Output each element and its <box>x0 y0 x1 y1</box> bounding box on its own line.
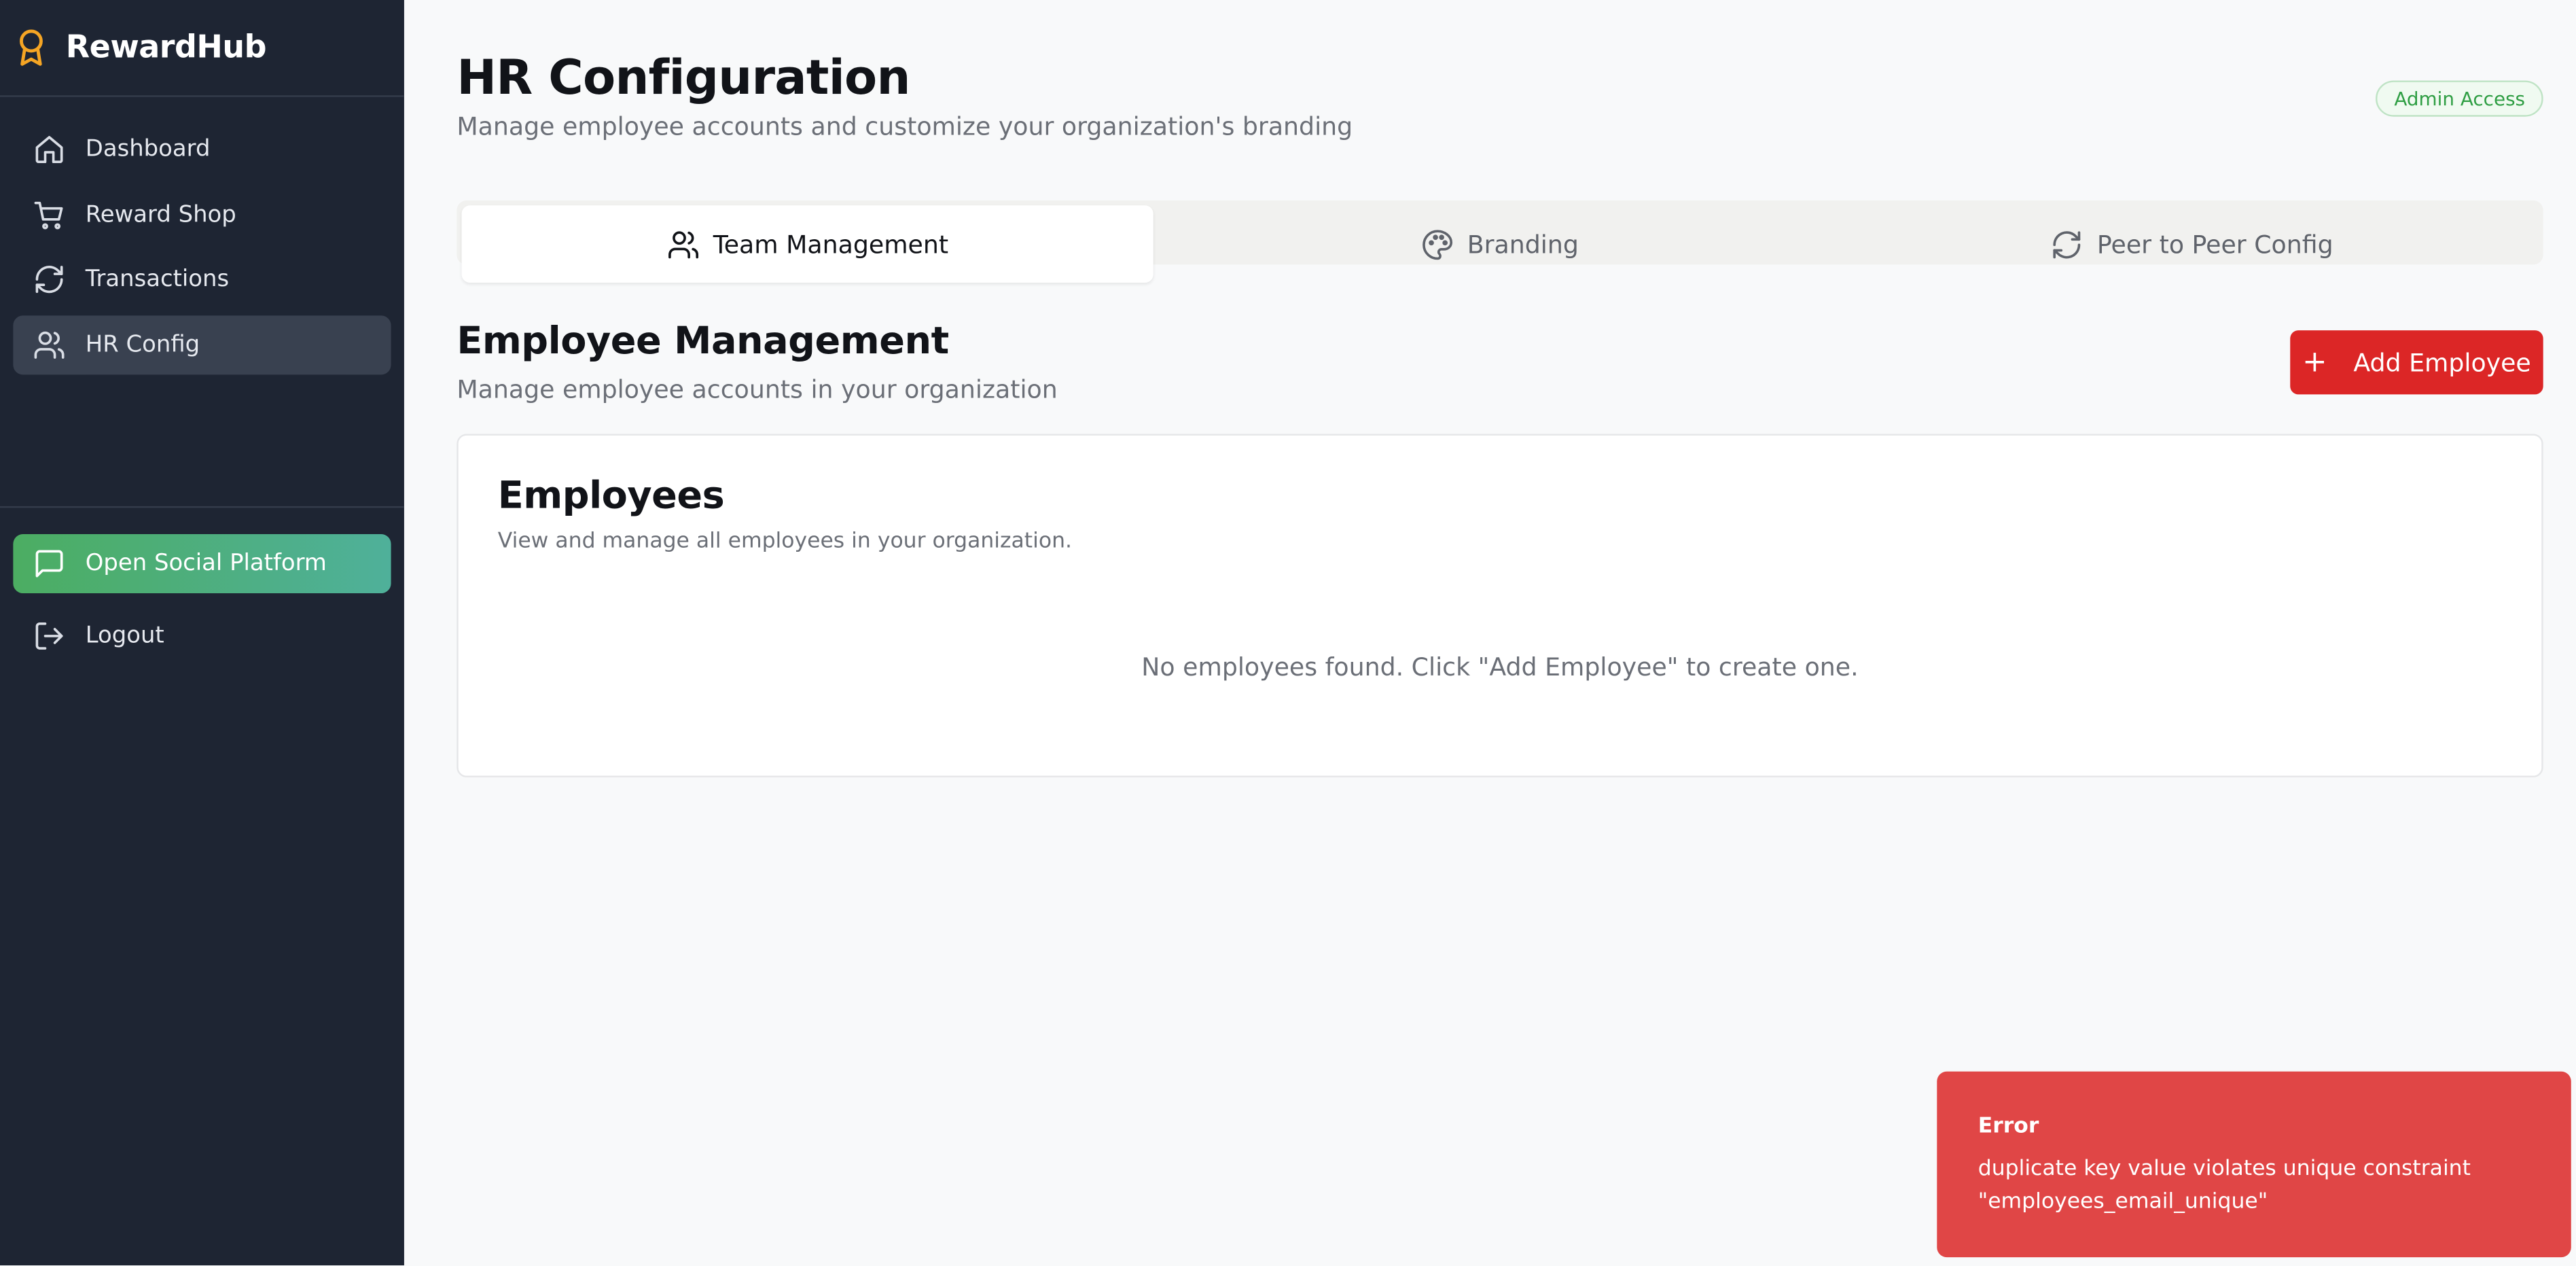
cart-icon <box>33 198 65 231</box>
card-subtitle: View and manage all employees in your or… <box>497 529 1073 555</box>
palette-icon <box>1421 228 1454 260</box>
sidebar-item-label: Transactions <box>85 266 230 294</box>
open-social-platform-button[interactable]: Open Social Platform <box>13 533 391 594</box>
logout-icon <box>33 620 65 652</box>
tab-label: Branding <box>1467 229 1579 259</box>
message-square-icon <box>33 547 65 580</box>
tab-peer-to-peer-config[interactable]: Peer to Peer Config <box>1846 205 2538 283</box>
sidebar-item-dashboard[interactable]: Dashboard <box>13 120 391 179</box>
tab-team-management[interactable]: Team Management <box>461 205 1154 283</box>
award-icon <box>16 27 49 69</box>
toast-title: Error <box>1978 1114 2039 1139</box>
home-icon <box>33 133 65 166</box>
logout-button[interactable]: Logout <box>13 606 391 665</box>
add-employee-button[interactable]: + Add Employee <box>2290 330 2543 395</box>
tab-branding[interactable]: Branding <box>1154 205 1846 283</box>
plus-icon: + <box>2302 344 2327 379</box>
sidebar: RewardHub Dashboard Reward Shop Transact… <box>0 0 404 1266</box>
add-employee-label: Add Employee <box>2353 347 2531 378</box>
tab-label: Peer to Peer Config <box>2096 229 2333 259</box>
sidebar-item-label: HR Config <box>85 332 200 359</box>
users-icon <box>667 228 700 260</box>
sidebar-item-label: Dashboard <box>85 136 211 163</box>
page-title: HR Configuration <box>457 49 910 105</box>
toast-message: duplicate key value violates unique cons… <box>1978 1157 2471 1215</box>
config-tabs: Team Management Branding Peer to Peer Co… <box>457 200 2543 283</box>
sidebar-item-hr-config[interactable]: HR Config <box>13 315 391 375</box>
brand-name: RewardHub <box>65 29 267 66</box>
sidebar-item-reward-shop[interactable]: Reward Shop <box>13 186 391 245</box>
refresh-icon <box>2051 228 2083 260</box>
section-subtitle: Manage employee accounts in your organiz… <box>457 374 1058 404</box>
sidebar-nav: Dashboard Reward Shop Transactions HR Co… <box>0 97 404 508</box>
sidebar-item-label: Reward Shop <box>85 201 236 228</box>
error-toast[interactable]: Error duplicate key value violates uniqu… <box>1937 1071 2571 1258</box>
sidebar-actions: Open Social Platform Logout <box>0 508 404 665</box>
section-title: Employee Management <box>457 320 949 364</box>
tab-label: Team Management <box>713 229 949 259</box>
card-title: Employees <box>497 474 725 518</box>
open-social-platform-label: Open Social Platform <box>85 550 327 577</box>
sidebar-item-transactions[interactable]: Transactions <box>13 251 391 310</box>
refresh-icon <box>33 264 65 296</box>
page-subtitle: Manage employee accounts and customize y… <box>457 111 1353 141</box>
users-icon <box>33 329 65 362</box>
brand[interactable]: RewardHub <box>0 0 404 97</box>
logout-label: Logout <box>85 622 164 650</box>
empty-state-message: No employees found. Click "Add Employee"… <box>1141 652 1859 682</box>
admin-access-badge: Admin Access <box>2376 80 2543 117</box>
employees-card: Employees View and manage all employees … <box>457 434 2543 777</box>
